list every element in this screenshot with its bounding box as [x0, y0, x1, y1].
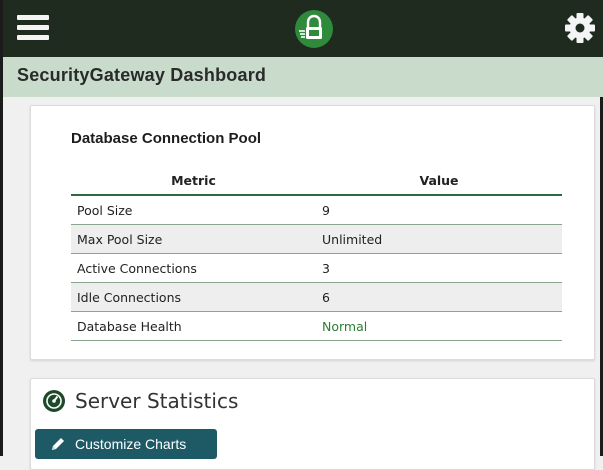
- table-header-row: Metric Value: [71, 166, 562, 196]
- value-cell: Unlimited: [316, 224, 562, 254]
- table-row: Database Health Normal: [71, 311, 562, 341]
- metric-cell: Idle Connections: [71, 282, 316, 312]
- database-health-status: Normal: [316, 311, 562, 341]
- table-row: Idle Connections 6: [71, 282, 562, 312]
- value-cell: 3: [316, 253, 562, 283]
- value-cell: 6: [316, 282, 562, 312]
- column-header-metric: Metric: [71, 166, 316, 196]
- column-header-value: Value: [316, 166, 562, 196]
- customize-charts-button[interactable]: Customize Charts: [35, 429, 217, 459]
- server-statistics-header: Server Statistics: [43, 387, 238, 415]
- section-title: Server Statistics: [75, 389, 239, 413]
- metric-cell: Pool Size: [71, 195, 316, 225]
- page-title-bar: SecurityGateway Dashboard: [3, 57, 603, 97]
- connection-pool-card: Database Connection Pool Metric Value Po…: [30, 105, 595, 360]
- table-row: Max Pool Size Unlimited: [71, 224, 562, 254]
- dashboard-gauge-icon: [43, 390, 65, 412]
- top-navigation-bar: [3, 0, 603, 57]
- page-title: SecurityGateway Dashboard: [17, 65, 267, 85]
- metric-cell: Max Pool Size: [71, 224, 316, 254]
- gear-icon[interactable]: [564, 12, 596, 44]
- hamburger-menu-icon[interactable]: [17, 15, 49, 41]
- value-cell: 9: [316, 195, 562, 225]
- server-statistics-card: Server Statistics Customize Charts: [30, 378, 595, 470]
- table-row: Pool Size 9: [71, 195, 562, 225]
- app-frame: SecurityGateway Dashboard Database Conne…: [0, 0, 603, 470]
- metric-cell: Database Health: [71, 311, 316, 341]
- card-title: Database Connection Pool: [71, 130, 262, 147]
- lock-shield-logo-icon: [295, 10, 333, 48]
- metric-cell: Active Connections: [71, 253, 316, 283]
- connection-pool-table: Metric Value Pool Size 9 Max Pool Size U…: [71, 166, 562, 341]
- pencil-icon: [52, 438, 64, 450]
- customize-charts-label: Customize Charts: [75, 436, 187, 452]
- table-row: Active Connections 3: [71, 253, 562, 283]
